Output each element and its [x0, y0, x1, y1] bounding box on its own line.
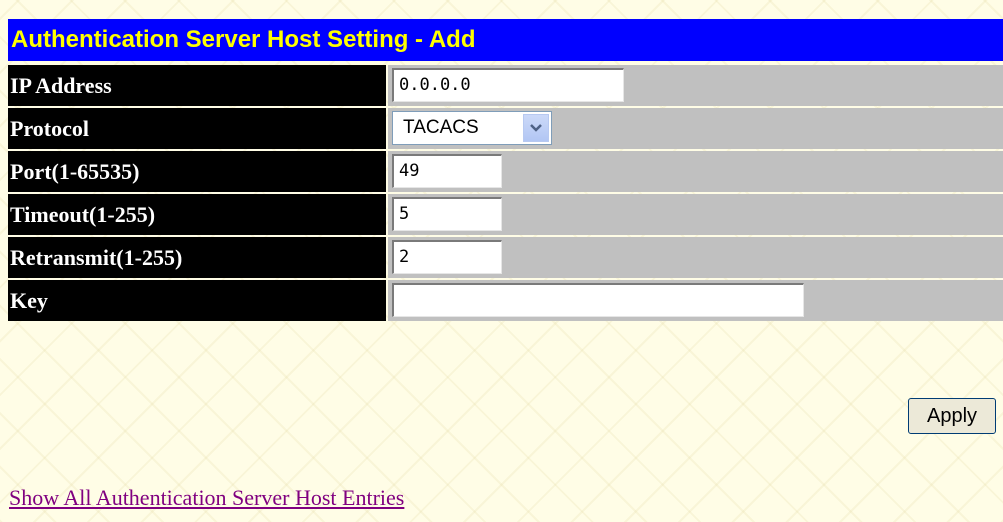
key-cell — [388, 280, 1003, 321]
retransmit-input[interactable]: 2 — [392, 240, 502, 274]
key-input[interactable] — [392, 283, 804, 317]
page-title: Authentication Server Host Setting - Add — [8, 19, 1003, 61]
timeout-cell: 5 — [388, 194, 1003, 235]
retransmit-cell: 2 — [388, 237, 1003, 278]
protocol-cell: TACACS — [388, 108, 1003, 149]
chevron-down-icon[interactable] — [523, 114, 549, 142]
row-key: Key — [0, 280, 1003, 321]
timeout-label: Timeout(1-255) — [8, 194, 386, 235]
row-port: Port(1-65535) 49 — [0, 151, 1003, 192]
ip-address-cell: 0.0.0.0 — [388, 65, 1003, 106]
port-label: Port(1-65535) — [8, 151, 386, 192]
row-timeout: Timeout(1-255) 5 — [0, 194, 1003, 235]
timeout-input[interactable]: 5 — [392, 197, 502, 231]
apply-button[interactable]: Apply — [908, 398, 996, 434]
row-protocol: Protocol TACACS — [0, 108, 1003, 149]
page: Authentication Server Host Setting - Add… — [0, 0, 1003, 522]
show-all-entries-link[interactable]: Show All Authentication Server Host Entr… — [9, 485, 404, 511]
row-ip-address: IP Address 0.0.0.0 — [0, 65, 1003, 106]
key-label: Key — [8, 280, 386, 321]
port-input[interactable]: 49 — [392, 154, 502, 188]
retransmit-label: Retransmit(1-255) — [8, 237, 386, 278]
ip-address-label: IP Address — [8, 65, 386, 106]
port-cell: 49 — [388, 151, 1003, 192]
ip-address-input[interactable]: 0.0.0.0 — [392, 68, 624, 102]
protocol-select[interactable]: TACACS — [392, 111, 552, 145]
protocol-selected-value: TACACS — [403, 117, 479, 138]
row-retransmit: Retransmit(1-255) 2 — [0, 237, 1003, 278]
protocol-label: Protocol — [8, 108, 386, 149]
